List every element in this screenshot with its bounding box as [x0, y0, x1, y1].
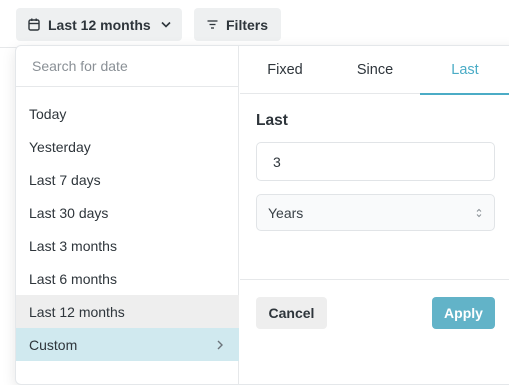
date-option-label: Yesterday [29, 138, 91, 155]
date-option-label: Custom [29, 336, 78, 353]
up-down-chevron-icon [476, 208, 482, 218]
date-option-label: Last 7 days [29, 171, 101, 188]
date-option-custom[interactable]: Custom [16, 328, 239, 361]
date-filter-button[interactable]: Last 12 months [16, 8, 182, 41]
date-option-label: Last 30 days [29, 204, 109, 221]
amount-input[interactable]: 3 [256, 142, 495, 181]
chevron-down-icon [161, 21, 171, 28]
chevron-right-icon [217, 340, 223, 350]
filters-button[interactable]: Filters [194, 8, 281, 41]
tab-label: Last [451, 62, 479, 78]
date-options-pane: Today Yesterday Last 7 days Last 30 days… [16, 46, 239, 384]
date-search-input[interactable] [16, 46, 239, 86]
tab-last[interactable]: Last [420, 46, 509, 95]
date-options-list: Today Yesterday Last 7 days Last 30 days… [16, 97, 239, 361]
date-option-label: Today [29, 105, 67, 122]
date-option-last-3-months[interactable]: Last 3 months [16, 229, 239, 262]
date-option-last-12-months[interactable]: Last 12 months [16, 295, 239, 328]
tab-fixed[interactable]: Fixed [240, 46, 330, 94]
date-option-label: Last 6 months [29, 270, 117, 287]
top-toolbar: Last 12 months Filters [0, 0, 509, 48]
range-type-tabs: Fixed Since Last [240, 46, 509, 95]
apply-button[interactable]: Apply [432, 297, 495, 329]
date-option-today[interactable]: Today [16, 97, 239, 130]
cancel-button[interactable]: Cancel [256, 297, 327, 329]
date-option-yesterday[interactable]: Yesterday [16, 130, 239, 163]
date-option-last-6-months[interactable]: Last 6 months [16, 262, 239, 295]
calendar-icon [28, 18, 40, 31]
date-option-label: Last 3 months [29, 237, 117, 254]
custom-range-pane: Fixed Since Last Last 3 Years Cancel App… [240, 46, 509, 384]
unit-value: Years [268, 204, 304, 221]
date-option-last-30-days[interactable]: Last 30 days [16, 196, 239, 229]
filter-icon [207, 20, 218, 29]
tab-since[interactable]: Since [330, 46, 420, 94]
last-section-title: Last [256, 112, 288, 129]
date-option-label: Last 12 months [29, 303, 125, 320]
footer-divider [240, 279, 509, 280]
date-search [16, 46, 239, 87]
tab-label: Since [356, 62, 394, 78]
tab-label: Fixed [267, 62, 303, 78]
amount-value: 3 [273, 153, 281, 170]
filters-label: Filters [226, 16, 269, 33]
unit-select[interactable]: Years [256, 194, 495, 231]
date-picker-popover: Today Yesterday Last 7 days Last 30 days… [15, 45, 509, 385]
date-option-last-7-days[interactable]: Last 7 days [16, 163, 239, 196]
date-filter-label: Last 12 months [48, 16, 151, 33]
